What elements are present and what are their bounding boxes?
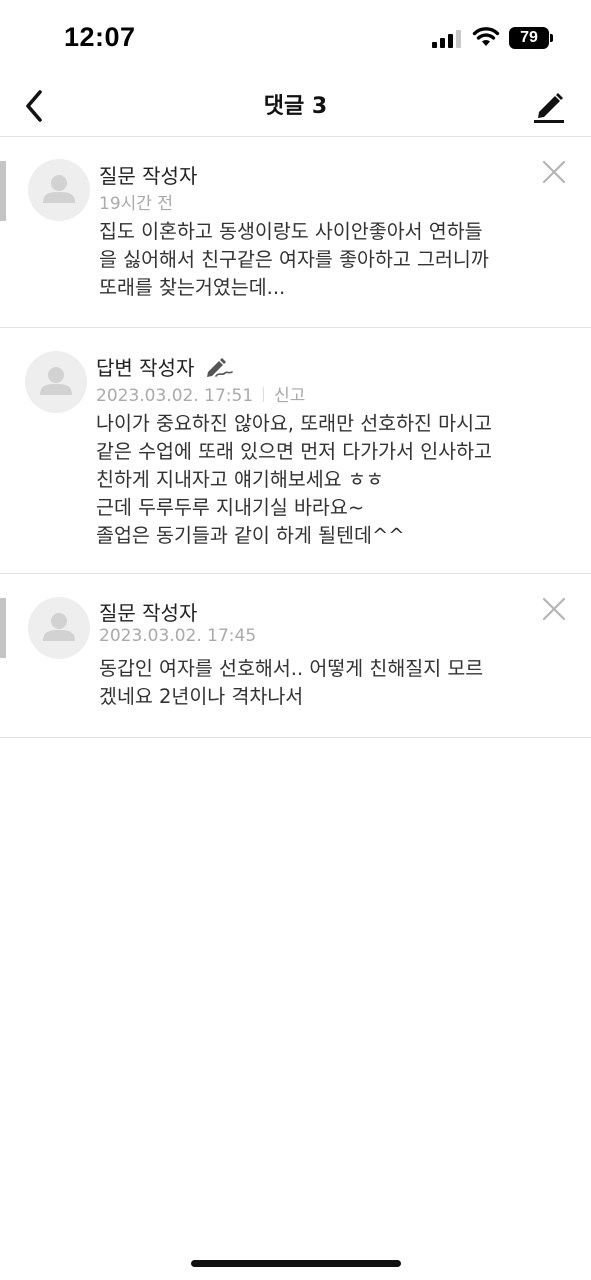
battery-icon: 79 xyxy=(509,27,549,49)
comment-line: 나이가 중요하진 않아요, 또래만 선호하진 마시고 xyxy=(96,412,492,435)
home-indicator[interactable] xyxy=(191,1260,401,1267)
reply-indent-bar xyxy=(0,598,6,658)
avatar xyxy=(28,159,90,221)
status-bar: 12:07 79 xyxy=(0,0,591,78)
avatar xyxy=(25,351,87,413)
comment-time: 2023.03.02. 17:45 xyxy=(99,626,257,646)
comment-item: 답변 작성자 2023.03.02. 17:51 신고 나이가 중요하진 않아요,… xyxy=(0,328,591,574)
comment-line: 을 싫어해서 친구같은 여자를 좋아하고 그러니까 xyxy=(99,248,489,271)
delete-comment-button[interactable] xyxy=(539,157,569,187)
page-title: 댓글 3 xyxy=(263,94,328,119)
close-icon xyxy=(542,597,566,621)
comment-body: 나이가 중요하진 않아요, 또래만 선호하진 마시고 같은 수업에 또래 있으면… xyxy=(96,410,492,550)
comment-meta: 2023.03.02. 17:51 신고 xyxy=(96,381,305,406)
comment-item: 질문 작성자 2023.03.02. 17:45 동갑인 여자를 선호해서.. … xyxy=(0,574,591,738)
comment-body: 동갑인 여자를 선호해서.. 어떻게 친해질지 모르 겠네요 2년이나 격차나서 xyxy=(99,655,483,711)
comment-line: 졸업은 동기들과 같이 하게 될텐데^^ xyxy=(96,524,405,547)
wifi-icon xyxy=(472,27,500,46)
comment-time: 19시간 전 xyxy=(99,194,173,214)
default-user-icon xyxy=(40,367,72,395)
comment-author: 질문 작성자 xyxy=(99,601,198,625)
meta-divider xyxy=(263,387,265,402)
nav-bar: 댓글 3 xyxy=(0,78,591,137)
comment-body: 집도 이혼하고 동생이랑도 사이안좋아서 연하들 을 싫어해서 친구같은 여자를… xyxy=(99,218,489,302)
comment-item: 질문 작성자 19시간 전 집도 이혼하고 동생이랑도 사이안좋아서 연하들 을… xyxy=(0,137,591,328)
comment-line: 집도 이혼하고 동생이랑도 사이안좋아서 연하들 xyxy=(99,220,483,243)
comment-line: 동갑인 여자를 선호해서.. 어떻게 친해질지 모르 xyxy=(99,657,484,680)
comment-author-wrap: 답변 작성자 xyxy=(96,352,233,381)
delete-comment-button[interactable] xyxy=(539,594,569,624)
comment-line: 또래를 찾는거였는데... xyxy=(99,276,286,299)
avatar xyxy=(28,597,90,659)
battery-tip xyxy=(550,34,553,42)
pencil-signature-icon xyxy=(206,358,233,377)
comment-line: 겠네요 2년이나 격차나서 xyxy=(99,685,304,708)
reply-indent-bar xyxy=(0,161,6,221)
default-user-icon xyxy=(43,613,75,641)
report-link[interactable]: 신고 xyxy=(274,386,305,406)
write-comment-button[interactable] xyxy=(526,84,572,128)
comment-author: 질문 작성자 xyxy=(99,164,198,188)
comment-line: 같은 수업에 또래 있으면 먼저 다가가서 인사하고 xyxy=(96,440,492,463)
status-time: 12:07 xyxy=(64,22,136,52)
comment-author: 답변 작성자 xyxy=(96,356,195,380)
comment-line: 근데 두루두루 지내기실 바라요~ xyxy=(96,496,365,519)
comment-time: 2023.03.02. 17:51 xyxy=(96,386,254,406)
default-user-icon xyxy=(43,175,75,203)
comment-line: 친하게 지내자고 얘기해보세요 ㅎㅎ xyxy=(96,468,384,491)
pencil-edit-icon xyxy=(534,93,564,123)
cellular-signal-icon xyxy=(432,30,461,48)
close-icon xyxy=(542,160,566,184)
